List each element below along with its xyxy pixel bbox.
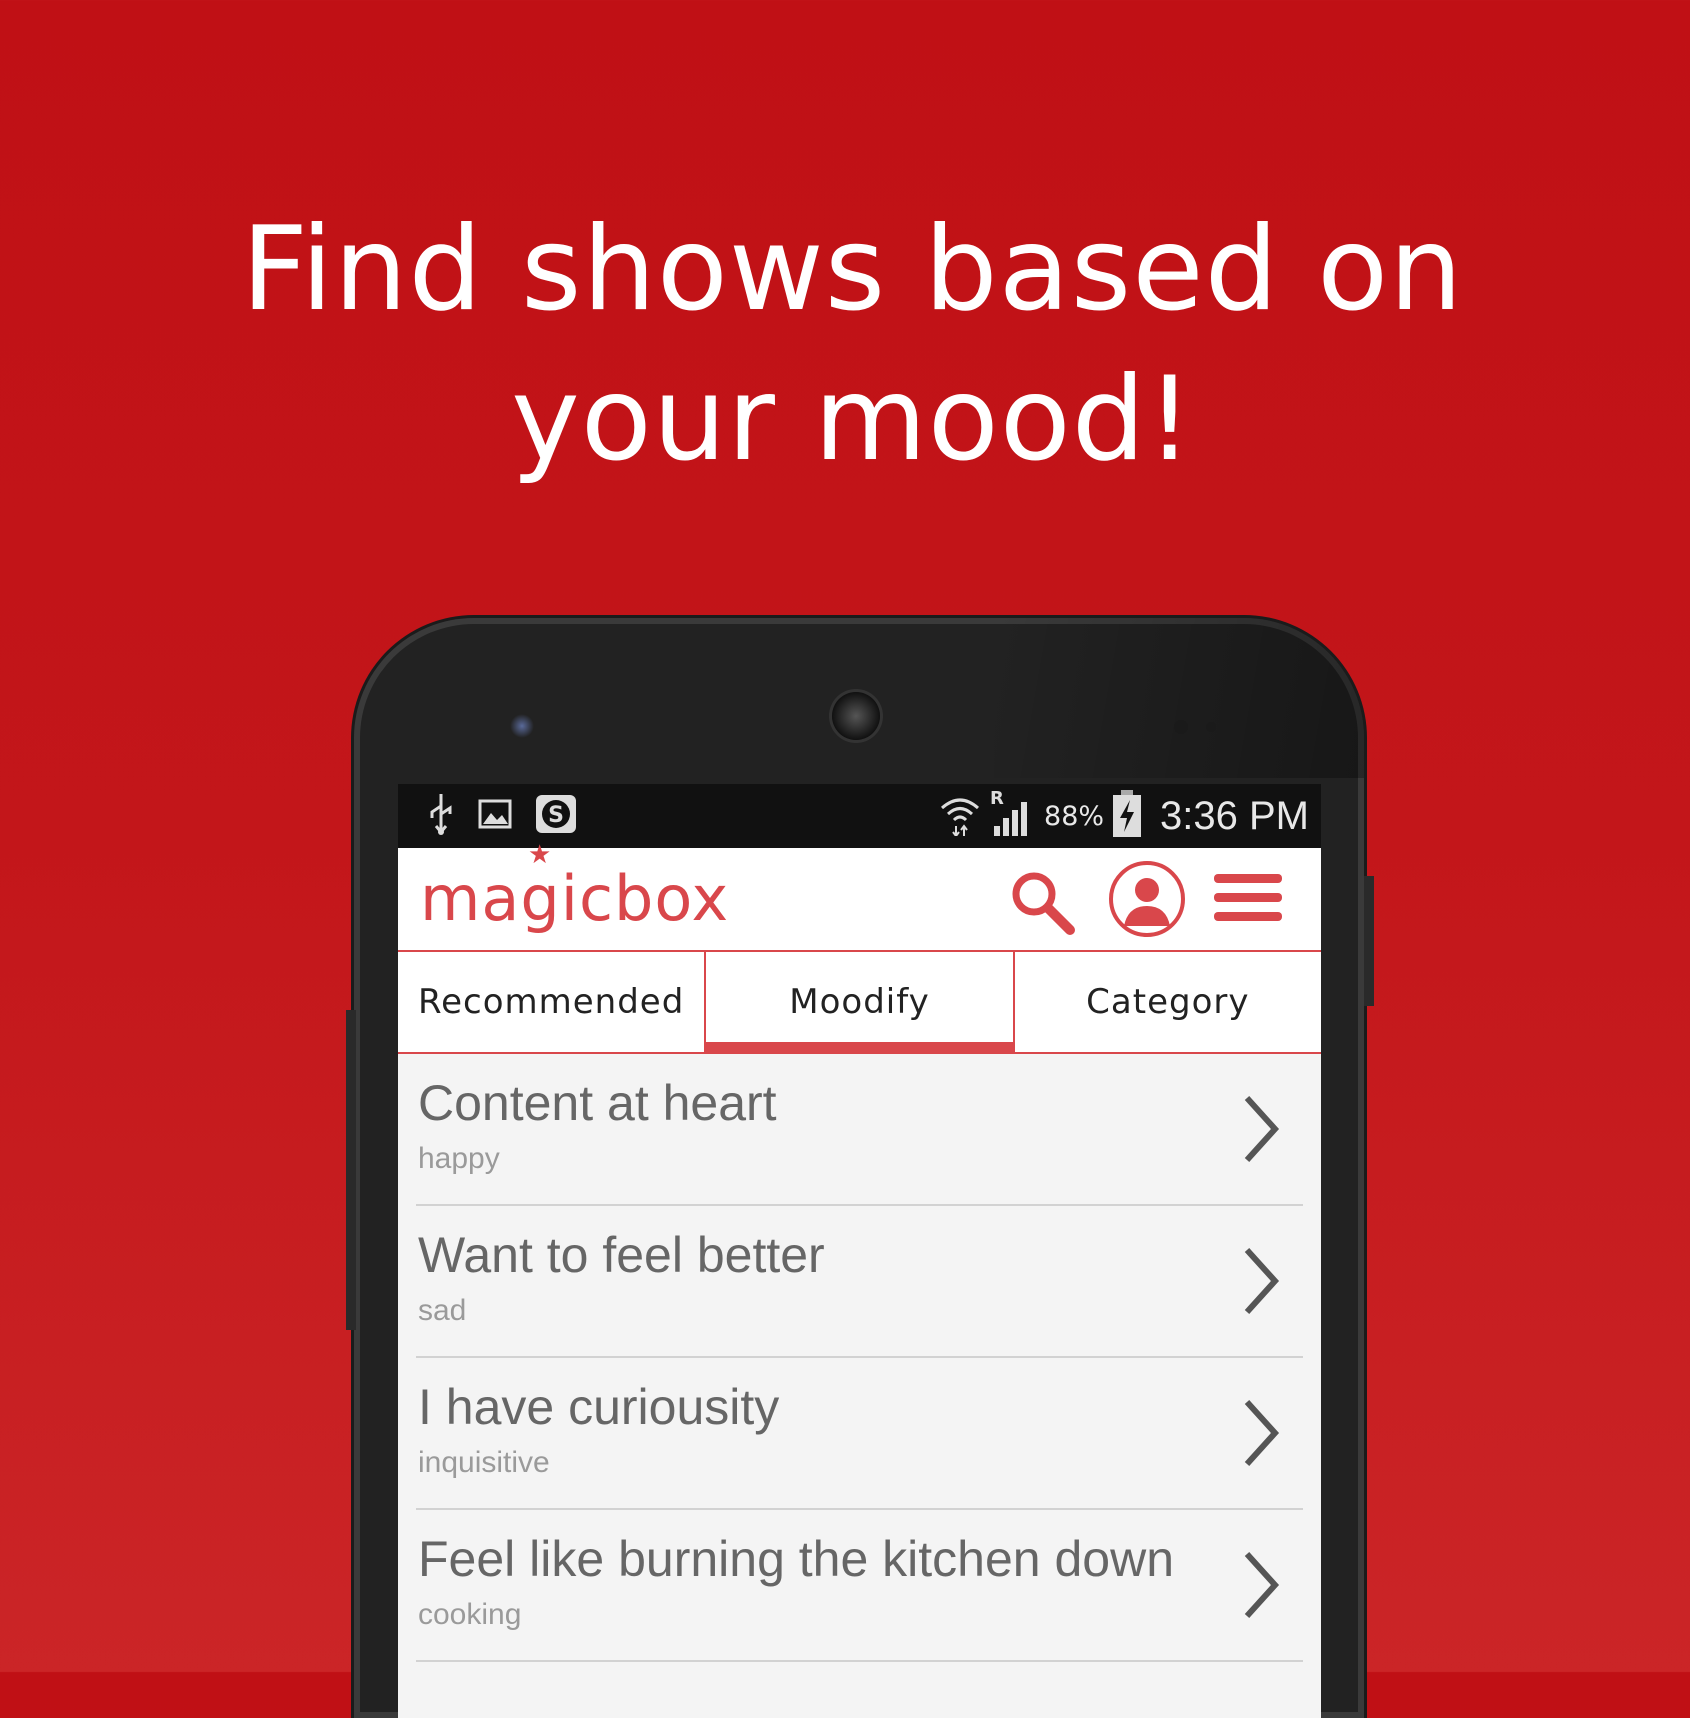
mood-subtitle: happy — [418, 1142, 500, 1175]
profile-avatar-icon[interactable] — [1108, 860, 1186, 942]
app-logo[interactable]: magicbox — [420, 862, 729, 935]
phone-screen: S R 88% 3:36 PM magicbox ★ Recommended M… — [398, 784, 1321, 1718]
mood-list: Content at heart happy Want to feel bett… — [398, 1054, 1321, 1662]
mood-title: Feel like burning the kitchen down — [418, 1531, 1175, 1587]
tab-category[interactable]: Category — [1012, 952, 1321, 1052]
phone-frame: S R 88% 3:36 PM magicbox ★ Recommended M… — [354, 618, 1364, 1718]
app-bar: magicbox ★ — [398, 840, 1321, 952]
volume-button — [346, 1010, 356, 1330]
list-item[interactable]: Want to feel better sad — [416, 1206, 1303, 1358]
search-icon[interactable] — [1008, 868, 1078, 942]
tab-moodify[interactable]: Moodify — [704, 952, 1013, 1052]
wifi-icon — [938, 792, 982, 840]
list-item[interactable]: I have curiousity inquisitive — [416, 1358, 1303, 1510]
status-bar: S R 88% 3:36 PM — [398, 784, 1321, 848]
tab-recommended[interactable]: Recommended — [398, 952, 704, 1052]
battery-percent: 88% — [1044, 800, 1105, 832]
headline-line-2: your mood! — [511, 352, 1194, 487]
mood-subtitle: sad — [418, 1294, 467, 1327]
menu-icon[interactable] — [1214, 872, 1284, 928]
signal-icon: R — [990, 788, 1032, 840]
list-item[interactable]: Content at heart happy — [416, 1054, 1303, 1206]
headline-line-1: Find shows based on — [241, 202, 1464, 337]
mood-title: Want to feel better — [418, 1227, 825, 1283]
battery-charging-icon — [1112, 790, 1142, 842]
chevron-right-icon — [1241, 1398, 1281, 1472]
mood-title: Content at heart — [418, 1075, 777, 1131]
skype-icon: S — [534, 794, 578, 838]
front-camera — [510, 714, 534, 738]
headline: Find shows based on your mood! — [0, 195, 1690, 495]
status-time: 3:36 PM — [1160, 793, 1309, 838]
tab-bar: Recommended Moodify Category — [398, 952, 1321, 1054]
power-button — [1364, 876, 1374, 1006]
image-icon — [478, 799, 512, 833]
chevron-right-icon — [1241, 1246, 1281, 1320]
usb-icon — [426, 792, 456, 840]
phone-gloss — [994, 618, 1364, 778]
proximity-sensor — [1174, 720, 1188, 734]
chevron-right-icon — [1241, 1094, 1281, 1168]
mood-title: I have curiousity — [418, 1379, 780, 1435]
light-sensor — [1206, 722, 1216, 732]
mood-subtitle: inquisitive — [418, 1446, 550, 1479]
roaming-indicator: R — [990, 788, 1004, 809]
logo-star-icon: ★ — [528, 840, 552, 870]
chevron-right-icon — [1241, 1550, 1281, 1624]
svg-text:S: S — [548, 803, 564, 828]
earpiece-speaker — [832, 692, 880, 740]
mood-subtitle: cooking — [418, 1598, 522, 1631]
list-item[interactable]: Feel like burning the kitchen down cooki… — [416, 1510, 1303, 1662]
